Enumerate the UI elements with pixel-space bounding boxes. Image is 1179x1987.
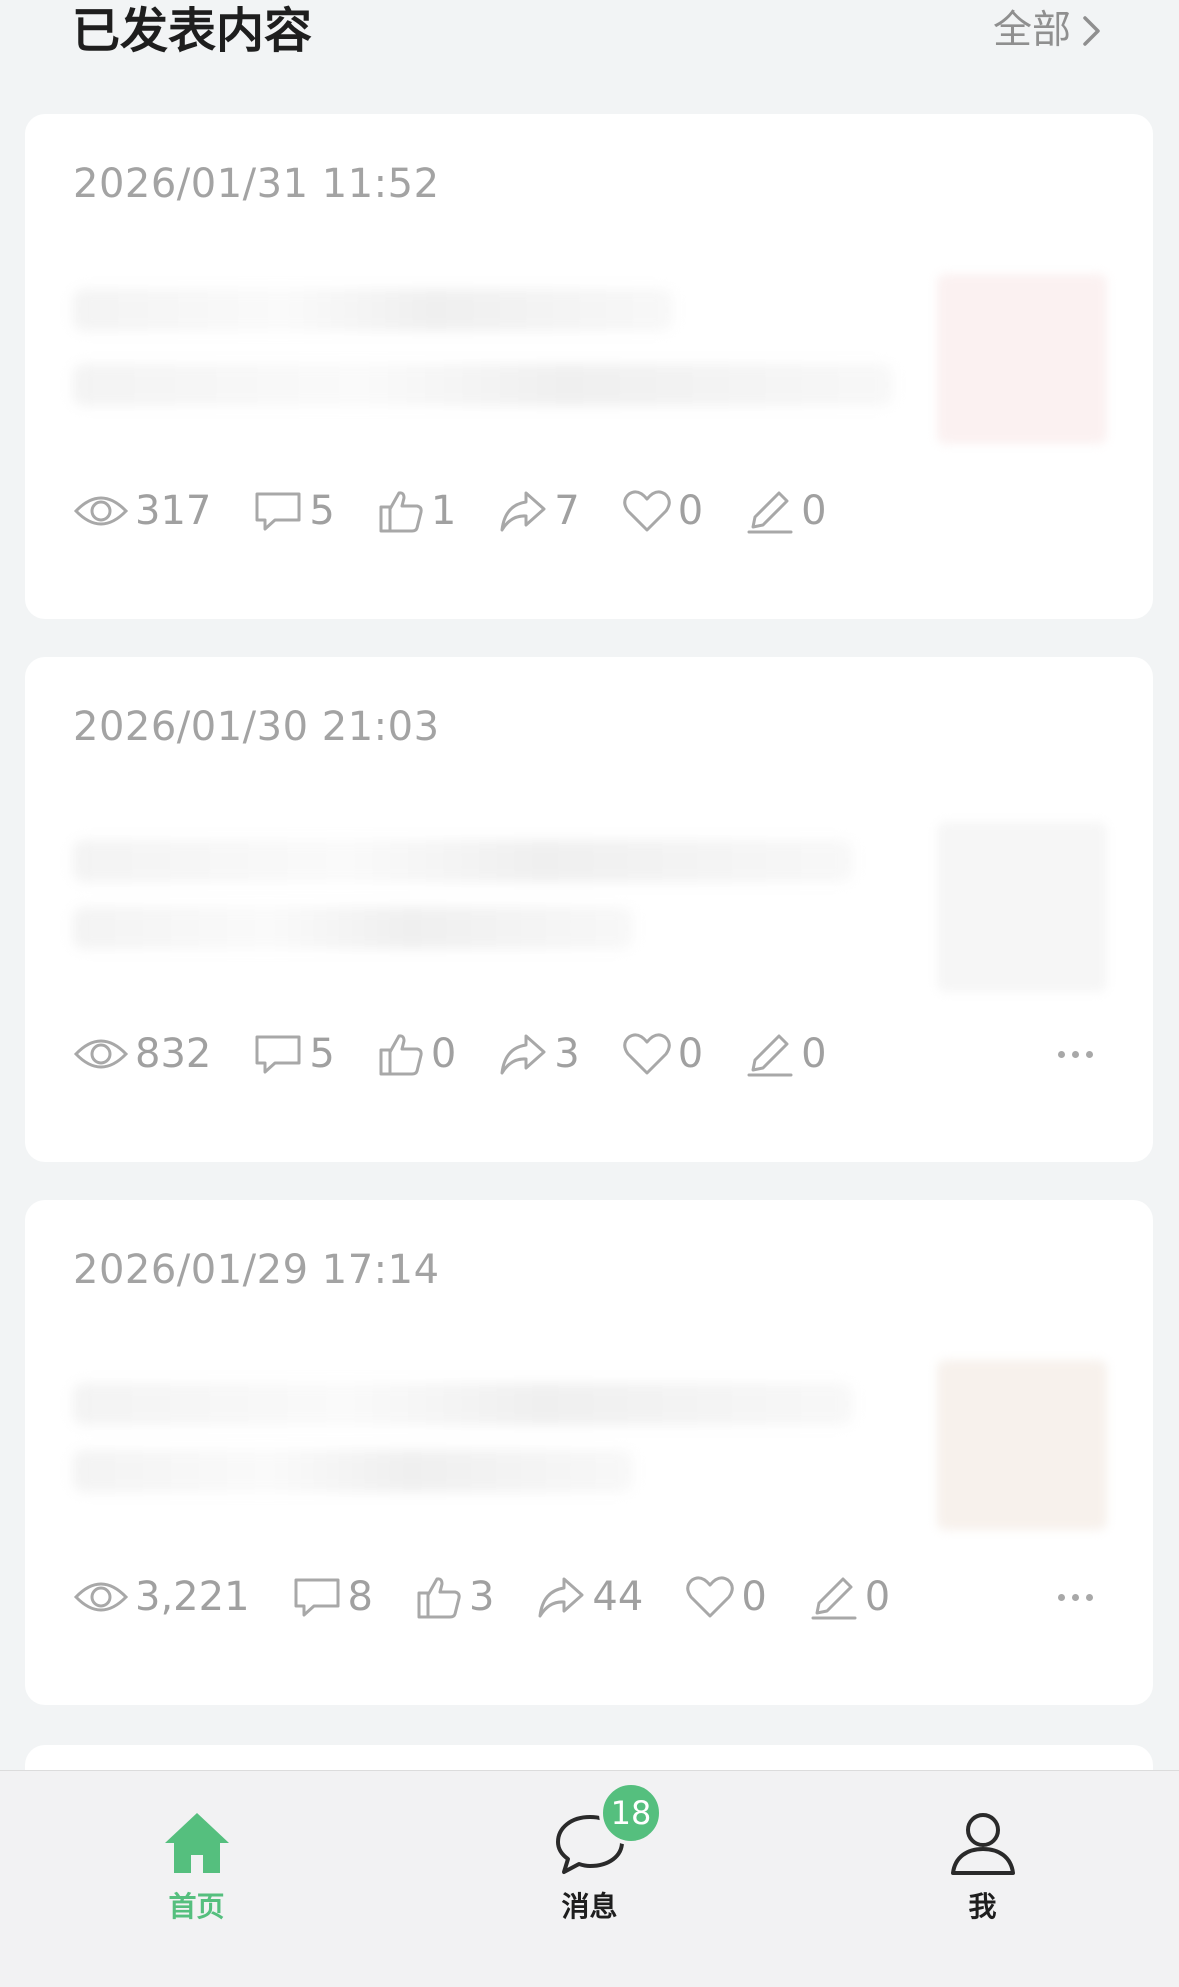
thumbs-up-icon bbox=[379, 491, 423, 533]
tab-messages-label: 消息 bbox=[561, 1890, 618, 1923]
more-button[interactable] bbox=[1045, 1572, 1105, 1622]
likes-count: 1 bbox=[430, 488, 457, 534]
section-header: 已发表内容 全部 bbox=[0, 0, 1179, 110]
post-card[interactable]: 2026/01/29 17:14 3,221 8 3 44 0 0 bbox=[25, 1200, 1153, 1705]
post-preview-line bbox=[73, 1450, 633, 1492]
favorites-count: 0 bbox=[677, 488, 704, 534]
comment-icon bbox=[255, 492, 301, 531]
favorites-count: 0 bbox=[677, 1031, 704, 1077]
edits-count: 0 bbox=[864, 1574, 891, 1620]
views-stat[interactable]: 317 bbox=[73, 486, 211, 536]
post-card[interactable]: 2026/01/31 11:52 317 5 1 7 0 0 bbox=[25, 114, 1153, 619]
comments-count: 8 bbox=[347, 1574, 373, 1620]
heart-icon bbox=[622, 490, 671, 532]
view-all-link[interactable]: 全部 bbox=[993, 6, 1103, 56]
shares-stat[interactable]: 3 bbox=[498, 1029, 580, 1079]
edits-stat[interactable]: 0 bbox=[745, 486, 827, 536]
shares-count: 44 bbox=[592, 1574, 644, 1620]
comment-icon bbox=[294, 1578, 340, 1617]
shares-stat[interactable]: 44 bbox=[536, 1572, 643, 1622]
edit-icon bbox=[811, 1577, 857, 1620]
tab-me[interactable]: 我 bbox=[786, 1771, 1179, 1987]
chevron-right-icon bbox=[1083, 16, 1100, 46]
bottom-tab-bar: 首页 18 消息 我 bbox=[0, 1770, 1179, 1987]
share-icon bbox=[538, 1577, 584, 1618]
likes-stat[interactable]: 3 bbox=[415, 1572, 494, 1622]
post-thumbnail[interactable] bbox=[937, 274, 1107, 444]
eye-icon bbox=[73, 1582, 129, 1612]
more-icon bbox=[1071, 1593, 1079, 1601]
eye-icon bbox=[73, 496, 129, 526]
comments-stat[interactable]: 5 bbox=[253, 1029, 335, 1079]
edit-icon bbox=[747, 1034, 793, 1077]
views-count: 317 bbox=[135, 488, 212, 534]
post-preview-line bbox=[73, 364, 893, 406]
unread-badge: 18 bbox=[599, 1781, 663, 1845]
post-preview-line bbox=[73, 840, 853, 882]
more-icon bbox=[1085, 1593, 1093, 1601]
more-icon bbox=[1071, 1050, 1079, 1058]
tab-me-label: 我 bbox=[968, 1890, 997, 1923]
favorites-stat[interactable]: 0 bbox=[622, 486, 703, 536]
more-button[interactable] bbox=[1045, 1029, 1105, 1079]
post-thumbnail[interactable] bbox=[937, 1360, 1107, 1530]
views-stat[interactable]: 3,221 bbox=[73, 1572, 250, 1622]
likes-stat[interactable]: 1 bbox=[377, 486, 456, 536]
edits-count: 0 bbox=[801, 1031, 827, 1077]
heart-icon bbox=[622, 1033, 671, 1075]
post-stats: 3,221 8 3 44 0 0 bbox=[73, 1572, 932, 1622]
post-card[interactable]: 2026/01/30 21:03 832 5 0 3 0 0 bbox=[25, 657, 1153, 1162]
post-stats: 317 5 1 7 0 0 bbox=[73, 486, 869, 536]
view-all-label: 全部 bbox=[992, 8, 1071, 53]
favorites-count: 0 bbox=[741, 1574, 767, 1620]
tab-messages[interactable]: 18 消息 bbox=[393, 1771, 786, 1987]
post-preview-line bbox=[73, 1383, 853, 1425]
heart-icon bbox=[686, 1576, 735, 1618]
eye-icon bbox=[73, 1039, 129, 1069]
likes-stat[interactable]: 0 bbox=[377, 1029, 456, 1079]
home-icon bbox=[164, 1813, 229, 1873]
views-count: 3,221 bbox=[135, 1574, 250, 1620]
user-icon bbox=[950, 1813, 1015, 1875]
edits-stat[interactable]: 0 bbox=[809, 1572, 890, 1622]
tab-home[interactable]: 首页 bbox=[0, 1771, 393, 1987]
shares-stat[interactable]: 7 bbox=[498, 486, 580, 536]
edits-count: 0 bbox=[801, 488, 827, 534]
thumbs-up-icon bbox=[417, 1577, 461, 1619]
likes-count: 0 bbox=[430, 1031, 457, 1077]
post-preview-line bbox=[73, 289, 673, 331]
edit-icon bbox=[747, 491, 793, 534]
comments-stat[interactable]: 8 bbox=[292, 1572, 373, 1622]
edits-stat[interactable]: 0 bbox=[745, 1029, 827, 1079]
favorites-stat[interactable]: 0 bbox=[622, 1029, 703, 1079]
post-thumbnail[interactable] bbox=[937, 822, 1107, 992]
post-date: 2026/01/29 17:14 bbox=[73, 1247, 440, 1293]
shares-count: 7 bbox=[554, 488, 580, 534]
shares-count: 3 bbox=[554, 1031, 580, 1077]
comments-stat[interactable]: 5 bbox=[253, 486, 335, 536]
post-preview-line bbox=[73, 907, 633, 949]
views-count: 832 bbox=[135, 1031, 212, 1077]
more-icon bbox=[1085, 1050, 1093, 1058]
favorites-stat[interactable]: 0 bbox=[685, 1572, 767, 1622]
more-icon bbox=[1057, 1593, 1065, 1601]
comments-count: 5 bbox=[309, 488, 335, 534]
thumbs-up-icon bbox=[379, 1034, 423, 1076]
page-title: 已发表内容 bbox=[72, 3, 313, 59]
share-icon bbox=[500, 1034, 546, 1075]
comment-icon bbox=[255, 1035, 301, 1074]
views-stat[interactable]: 832 bbox=[73, 1029, 211, 1079]
post-stats: 832 5 0 3 0 0 bbox=[73, 1029, 869, 1079]
more-icon bbox=[1057, 1050, 1065, 1058]
post-date: 2026/01/30 21:03 bbox=[73, 704, 440, 750]
likes-count: 3 bbox=[468, 1574, 495, 1620]
post-date: 2026/01/31 11:52 bbox=[73, 161, 440, 207]
comments-count: 5 bbox=[309, 1031, 335, 1077]
tab-home-label: 首页 bbox=[168, 1890, 225, 1923]
share-icon bbox=[500, 491, 546, 532]
